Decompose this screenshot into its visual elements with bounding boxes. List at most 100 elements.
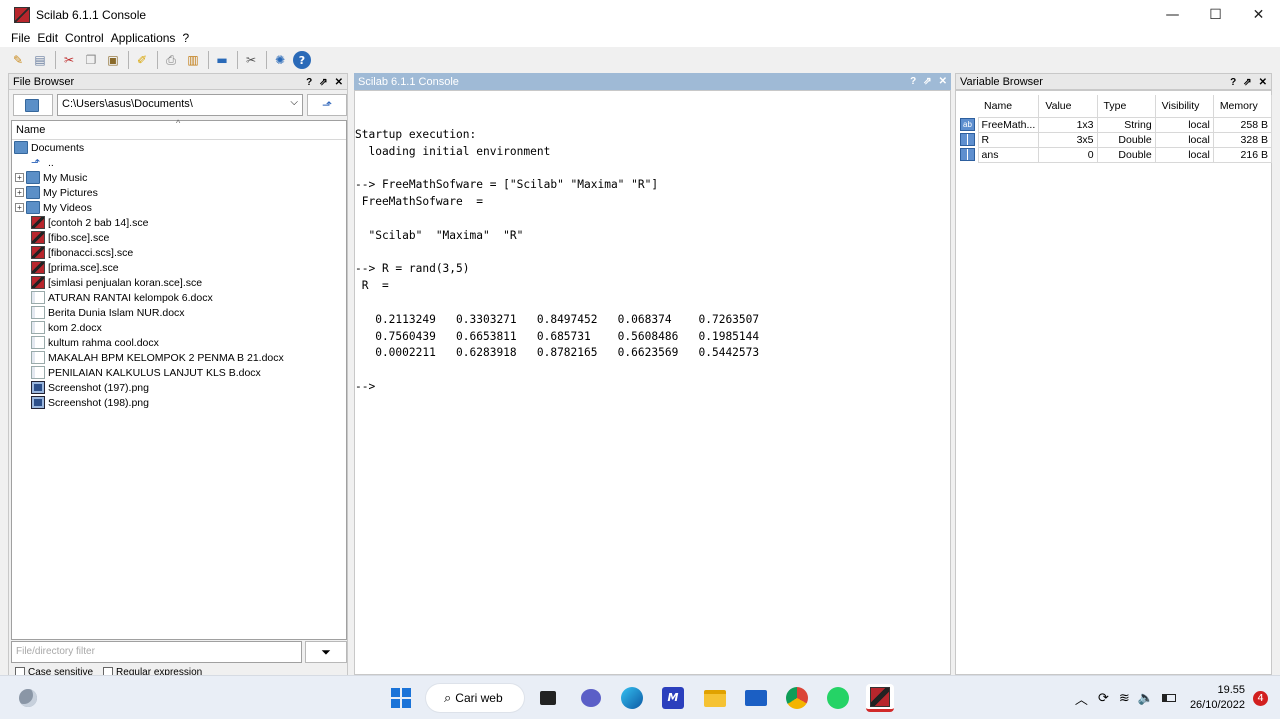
preferences-icon[interactable]: ▥ (184, 51, 202, 69)
battery-icon[interactable] (1161, 694, 1176, 702)
chrome-browser-icon[interactable] (783, 684, 811, 712)
toolbar-separator (208, 51, 209, 69)
column-header-visibility[interactable]: Visibility (1155, 95, 1214, 117)
console-line: 0.2113249 0.3303271 0.8497452 0.068374 0… (355, 312, 760, 326)
paste-icon[interactable]: ▣ (104, 51, 122, 69)
minimize-button[interactable]: — (1151, 0, 1194, 29)
chevron-up-icon[interactable]: ︿ (1075, 689, 1088, 708)
column-header-type[interactable]: Type (1097, 95, 1156, 117)
mail-icon[interactable] (742, 684, 770, 712)
expand-icon[interactable]: + (15, 188, 24, 197)
close-icon[interactable]: ✕ (1259, 77, 1267, 88)
cut-icon[interactable]: ✂ (60, 51, 78, 69)
console-panel[interactable]: Startup execution: loading initial envir… (354, 90, 951, 675)
undock-icon[interactable]: ⇗ (1243, 77, 1251, 88)
tree-item-label: Documents (31, 141, 85, 154)
tree-item[interactable]: ATURAN RANTAI kelompok 6.docx (12, 290, 346, 305)
menu-file[interactable]: File (11, 31, 30, 45)
toolbar-separator (157, 51, 158, 69)
edge-browser-icon[interactable] (618, 684, 646, 712)
file-explorer-icon[interactable] (701, 684, 729, 712)
close-icon[interactable]: ✕ (335, 77, 343, 88)
task-view-icon[interactable] (534, 684, 562, 712)
undock-icon[interactable]: ⇗ (923, 76, 931, 87)
tree-root-documents[interactable]: Documents (12, 140, 346, 155)
sync-icon[interactable]: ⟳ (1098, 691, 1109, 706)
variable-row[interactable]: R 3x5 Double local 328 B (958, 131, 1273, 148)
expand-icon[interactable]: + (15, 173, 24, 182)
column-header-value[interactable]: Value (1038, 95, 1098, 117)
tree-item[interactable]: Berita Dunia Islam NUR.docx (12, 305, 346, 320)
tree-item[interactable]: + My Videos (12, 200, 346, 215)
menu-control[interactable]: Control (65, 31, 104, 45)
console-output[interactable]: Startup execution: loading initial envir… (355, 127, 759, 396)
column-header-name[interactable]: Name ^ (12, 118, 346, 140)
scilab-taskbar-icon[interactable] (866, 684, 894, 712)
console-icon[interactable]: ▬ (213, 51, 231, 69)
menu-edit[interactable]: Edit (37, 31, 58, 45)
print-icon[interactable]: ⎙ (162, 51, 180, 69)
browse-folder-button[interactable] (13, 94, 53, 116)
close-icon[interactable]: ✕ (939, 76, 947, 87)
expand-icon[interactable]: + (15, 203, 24, 212)
tree-item[interactable]: ⬏.. (12, 155, 346, 170)
start-button[interactable] (387, 684, 415, 712)
math-app-icon[interactable]: M (659, 684, 687, 712)
file-tree: Name ^ Documents ⬏.. + My Music + My Picture… (11, 118, 347, 640)
column-header-memory[interactable]: Memory (1213, 95, 1273, 117)
tree-item[interactable]: + My Music (12, 170, 346, 185)
variable-row[interactable]: ab FreeMath... 1x3 String local 258 B (958, 116, 1273, 133)
menu-bar: File Edit Control Applications ? (0, 29, 1280, 47)
variable-name-cell: R (977, 131, 1040, 148)
whatsapp-icon[interactable] (824, 684, 852, 712)
open-file-icon[interactable]: ▤ (31, 51, 49, 69)
clear-icon[interactable]: ✐ (133, 51, 151, 69)
maximize-button[interactable]: ☐ (1194, 0, 1237, 29)
tree-item[interactable]: + My Pictures (12, 185, 346, 200)
notification-badge[interactable]: 4 (1253, 690, 1268, 706)
undock-icon[interactable]: ⇗ (319, 77, 327, 88)
tools-icon[interactable]: ✂ (242, 51, 260, 69)
tree-item[interactable]: [contoh 2 bab 14].sce (12, 215, 346, 230)
modules-icon[interactable]: ✺ (271, 51, 289, 69)
help-icon[interactable]: ? (1230, 77, 1236, 88)
help-icon[interactable]: ? (910, 76, 916, 87)
help-icon[interactable]: ? (293, 51, 311, 69)
clock[interactable]: 19.55 26/10/2022 (1190, 683, 1245, 713)
column-header-name[interactable]: Name (978, 95, 1040, 117)
scilab-file-icon (31, 246, 45, 259)
close-button[interactable]: ✕ (1237, 0, 1280, 29)
widgets-icon[interactable] (14, 684, 42, 712)
funnel-icon: ⏷ (321, 644, 331, 659)
tree-item[interactable]: [fibo.sce].sce (12, 230, 346, 245)
taskbar-search[interactable]: ⌕ Cari web (426, 684, 524, 712)
tree-item[interactable]: kultum rahma cool.docx (12, 335, 346, 350)
tree-item[interactable]: [prima.sce].sce (12, 260, 346, 275)
tree-item[interactable]: [simlasi penjualan koran.sce].sce (12, 275, 346, 290)
wifi-icon[interactable]: ≋ (1119, 691, 1130, 706)
tree-item[interactable]: MAKALAH BPM KELOMPOK 2 PENMA B 21.docx (12, 350, 346, 365)
tree-item-label: [simlasi penjualan koran.sce].sce (48, 276, 203, 289)
icon-column-header (958, 95, 979, 117)
tree-item[interactable]: kom 2.docx (12, 320, 346, 335)
filter-button[interactable]: ⏷ (305, 641, 347, 663)
new-script-icon[interactable]: ✎ (9, 51, 27, 69)
path-combobox[interactable]: C:\Users\asus\Documents\ ⌵ (57, 94, 303, 116)
file-filter-input[interactable]: File/directory filter (11, 641, 302, 663)
tree-item[interactable]: Screenshot (197).png (12, 380, 346, 395)
tree-item[interactable]: PENILAIAN KALKULUS LANJUT KLS B.docx (12, 365, 346, 380)
copy-icon[interactable]: ❐ (82, 51, 100, 69)
tree-item-label: Screenshot (197).png (48, 381, 149, 394)
menu-help[interactable]: ? (182, 31, 189, 45)
tree-item[interactable]: [fibonacci.scs].sce (12, 245, 346, 260)
parent-directory-button[interactable]: ⬏ (307, 94, 347, 116)
console-line: R = (355, 279, 389, 293)
chat-icon[interactable] (577, 684, 605, 712)
help-icon[interactable]: ? (306, 77, 312, 88)
chevron-down-icon[interactable]: ⌵ (290, 97, 298, 108)
volume-icon[interactable]: 🔈 (1138, 691, 1154, 706)
variable-row[interactable]: ans 0 Double local 216 B (958, 146, 1273, 163)
tree-item-label: Screenshot (198).png (48, 396, 149, 409)
tree-item[interactable]: Screenshot (198).png (12, 395, 346, 410)
menu-applications[interactable]: Applications (111, 31, 176, 45)
